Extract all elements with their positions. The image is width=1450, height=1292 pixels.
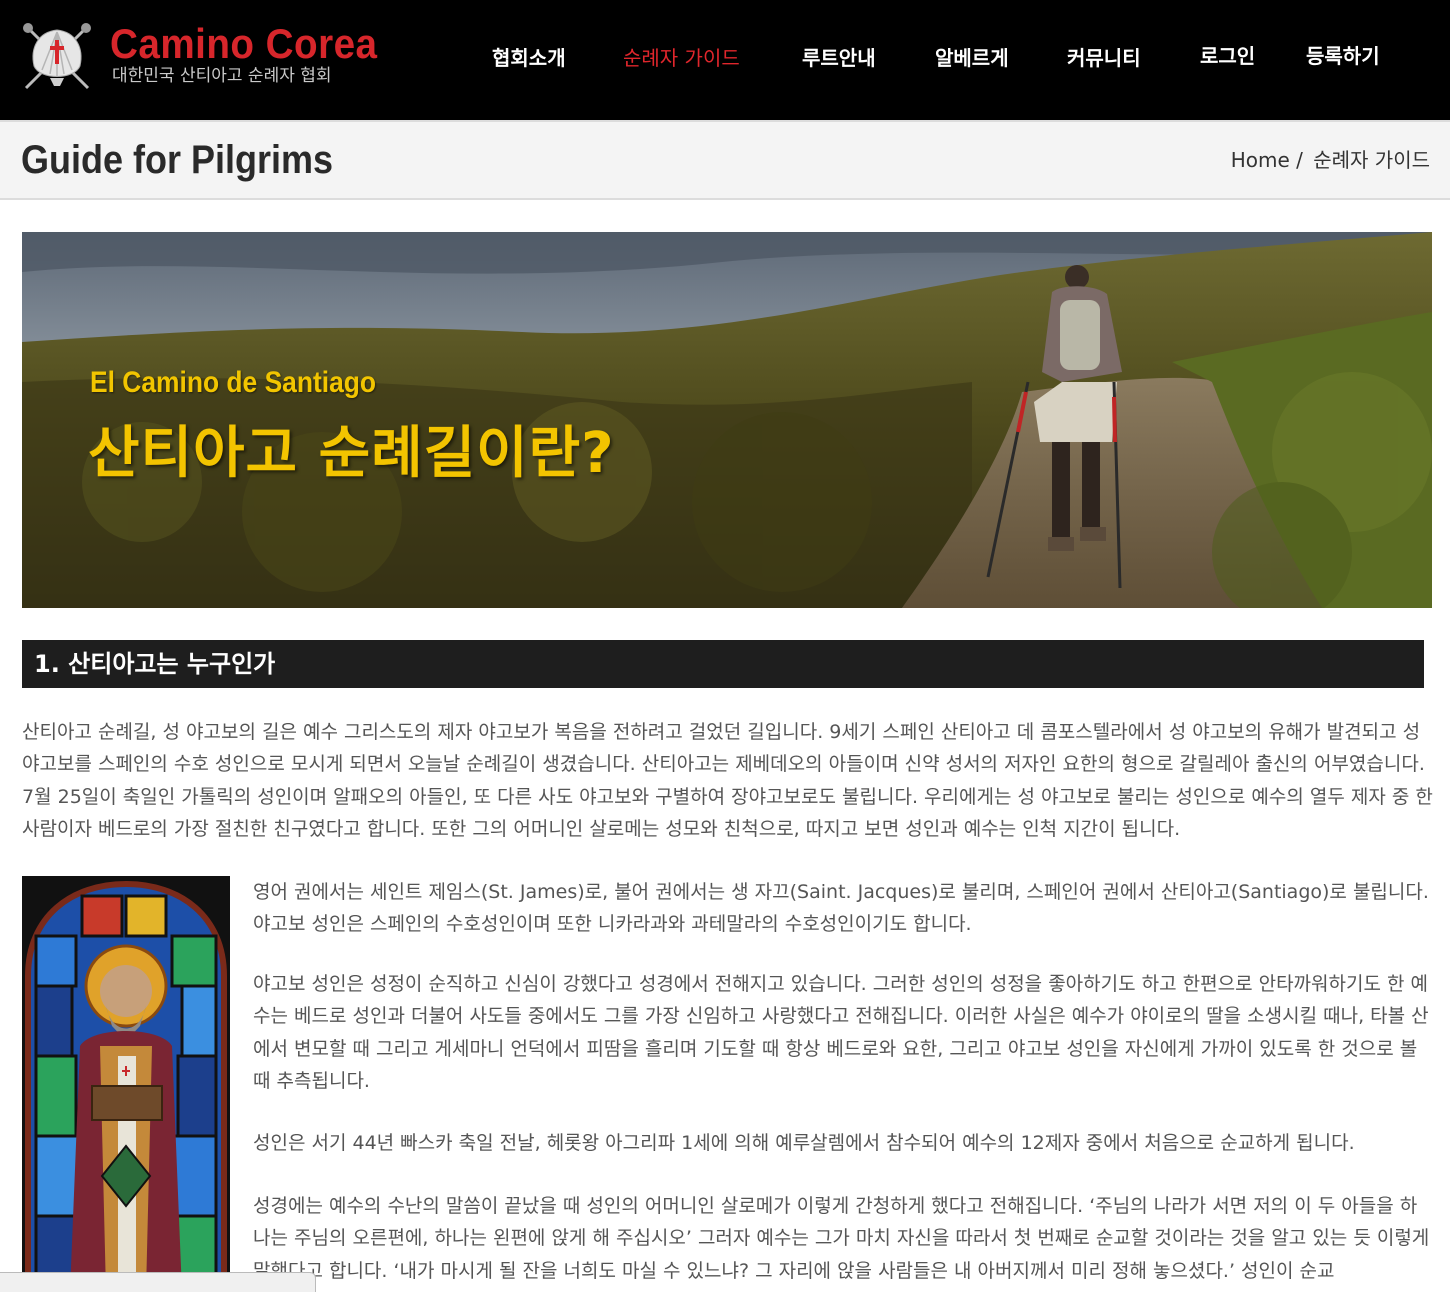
stained-glass-saint-image (22, 876, 230, 1292)
section-heading-text: 1. 산티아고는 누구인가 (34, 650, 276, 678)
breadcrumb-home[interactable]: Home / (1231, 148, 1303, 172)
nav-login[interactable]: 로그인 (1200, 42, 1255, 70)
hero-banner: El Camino de Santiago 산티아고 순례길이란? (22, 232, 1432, 608)
section-heading: 1. 산티아고는 누구인가 (22, 640, 1424, 688)
status-bar (0, 1272, 316, 1292)
brand-title[interactable]: Camino Corea (110, 20, 377, 68)
breadcrumb: Home / 순례자 가이드 (1227, 146, 1430, 174)
page-title-bar: Guide for Pilgrims Home / 순례자 가이드 (0, 120, 1450, 200)
paragraph-names: 영어 권에서는 세인트 제임스(St. James)로, 불어 권에서는 생 자… (253, 881, 1429, 936)
nav-register[interactable]: 등록하기 (1306, 42, 1380, 70)
stained-glass-icon (22, 876, 230, 1292)
scallop-shell-logo-icon[interactable] (20, 20, 94, 94)
paragraph-martyrdom: 성인은 서기 44년 빠스카 축일 전날, 헤롯왕 아그리파 1세에 의해 예루… (253, 1132, 1355, 1154)
intro-paragraph: 산티아고 순례길, 성 야고보의 길은 예수 그리스도의 제자 야고보가 복음을… (22, 721, 1433, 840)
hero-korean-title: 산티아고 순례길이란? (88, 421, 615, 486)
nav-albergue[interactable]: 알베르게 (935, 44, 1009, 72)
page-title: Guide for Pilgrims (21, 138, 334, 182)
breadcrumb-current: 순례자 가이드 (1313, 148, 1430, 172)
nav-about[interactable]: 협회소개 (492, 44, 566, 72)
brand-subtitle: 대한민국 산티아고 순례자 협회 (112, 66, 332, 86)
site-header: Camino Corea 대한민국 산티아고 순례자 협회 협회소개 순례자 가… (0, 0, 1450, 120)
nav-routes[interactable]: 루트안내 (802, 44, 876, 72)
nav-pilgrim-guide[interactable]: 순례자 가이드 (623, 44, 740, 72)
nav-community[interactable]: 커뮤니티 (1067, 44, 1141, 72)
paragraph-scripture: 성경에는 예수의 수난의 말씀이 끝났을 때 성인의 어머니인 살로메가 이렇게… (253, 1195, 1430, 1282)
hero-english-title: El Camino de Santiago (90, 366, 377, 399)
paragraph-character: 야고보 성인은 성정이 순직하고 신심이 강했다고 성경에서 전해지고 있습니다… (253, 973, 1429, 1092)
